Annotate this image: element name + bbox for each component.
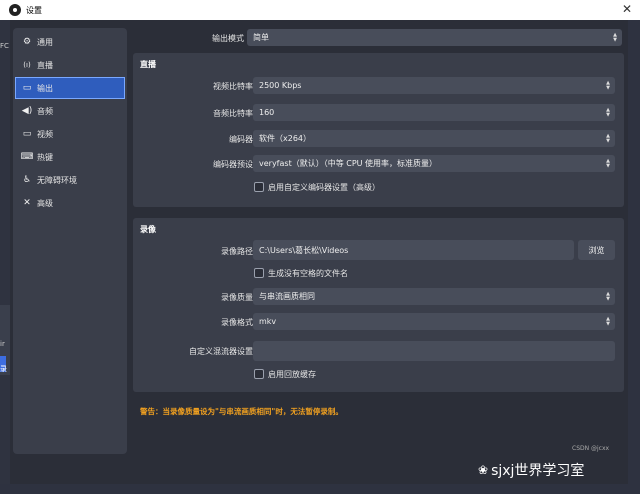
encoder-value: 软件（x264） (259, 134, 312, 143)
sidebar-item-label: 通用 (37, 37, 53, 47)
sidebar-item-video[interactable]: ▭ 视频 (16, 124, 124, 144)
sidebar-item-label: 高级 (37, 198, 53, 208)
recording-format-label: 录像格式 (221, 318, 253, 327)
output-mode-select[interactable]: 简单 ▲ ▼ (247, 29, 622, 46)
updown-arrows-icon: ▲ ▼ (613, 31, 617, 43)
encoder-preset-select[interactable]: veryfast（默认）（中等 CPU 使用率，标准质量） ▲ ▼ (253, 155, 615, 172)
watermark: ❀ sjxj世界学习室 (478, 460, 584, 480)
audio-bitrate-select[interactable]: 160 ▲ ▼ (253, 104, 615, 121)
section-title: 直播 (140, 60, 156, 69)
window-title: 设置 (26, 5, 42, 15)
monitor-icon: ▭ (22, 129, 32, 139)
recording-quality-value: 与串流画质相同 (259, 292, 315, 301)
recording-format-value: mkv (259, 317, 277, 326)
source-watermark: CSDN @jcxx (572, 445, 610, 452)
sidebar-item-audio[interactable]: ◀) 音频 (16, 101, 124, 121)
streaming-section: 直播 视频比特率 2500 Kbps ▲ ▼ 音频比特率 160 ▲ ▼ 编码器 软… (133, 53, 624, 207)
audio-bitrate-label: 音频比特率 (213, 109, 253, 118)
replay-buffer-label: 启用回放缓存 (268, 370, 316, 379)
sidebar-item-stream[interactable]: (ı) 直播 (16, 55, 124, 75)
watermark-text: sjxj世界学习室 (491, 463, 585, 479)
advanced-encoder-checkbox[interactable] (254, 182, 264, 192)
bg-text: FC (0, 42, 9, 50)
encoder-select[interactable]: 软件（x264） ▲ ▼ (253, 130, 615, 147)
sidebar-item-label: 直播 (37, 60, 53, 70)
sidebar-item-accessibility[interactable]: ♿ 无障碍环境 (16, 170, 124, 190)
taskbar-strip (0, 484, 640, 494)
output-icon: ▭ (22, 83, 32, 93)
recording-path-label: 录像路径 (221, 247, 253, 256)
updown-arrows-icon: ▲ ▼ (606, 132, 610, 144)
sidebar-item-label: 无障碍环境 (37, 175, 77, 185)
obs-logo-icon (9, 4, 21, 16)
replay-buffer-checkbox[interactable] (254, 369, 264, 379)
video-bitrate-label: 视频比特率 (213, 82, 253, 91)
recording-format-select[interactable]: mkv ▲ ▼ (253, 313, 615, 330)
sidebar-item-label: 视频 (37, 129, 53, 139)
sidebar-item-label: 热键 (37, 152, 53, 162)
warning-text: 警告：当录像质量设为"与串流画质相同"时，无法暂停录制。 (140, 407, 343, 416)
sidebar-item-label: 音频 (37, 106, 53, 116)
background-window: FC ir 录 (0, 20, 10, 494)
tools-icon: ✕ (23, 198, 31, 208)
sidebar-item-advanced[interactable]: ✕ 高级 (16, 193, 124, 213)
gear-icon: ⚙ (22, 37, 32, 47)
close-button[interactable]: ✕ (622, 2, 632, 16)
section-title: 录像 (140, 225, 156, 234)
recording-section: 录像 录像路径 C:\Users\葛长松\Videos 浏览 生成没有空格的文件… (133, 218, 624, 392)
background-window-edge (628, 20, 640, 494)
updown-arrows-icon: ▲ ▼ (606, 79, 610, 91)
sidebar-item-general[interactable]: ⚙ 通用 (16, 32, 124, 52)
output-mode-label: 输出模式 (212, 34, 244, 43)
bg-text: ir (0, 340, 5, 348)
advanced-encoder-label: 启用自定义编码器设置（高级） (268, 183, 380, 192)
recording-quality-label: 录像质量 (221, 293, 253, 302)
no-space-filename-checkbox[interactable] (254, 268, 264, 278)
antenna-icon: (ı) (23, 61, 31, 69)
bg-text: 录 (0, 365, 7, 373)
no-space-filename-label: 生成没有空格的文件名 (268, 269, 348, 278)
recording-path-input[interactable]: C:\Users\葛长松\Videos (253, 240, 574, 260)
sidebar-item-label: 输出 (37, 83, 53, 93)
updown-arrows-icon: ▲ ▼ (606, 157, 610, 169)
encoder-preset-value: veryfast（默认）（中等 CPU 使用率，标准质量） (259, 159, 438, 168)
encoder-label: 编码器 (229, 135, 253, 144)
recording-path-value: C:\Users\葛长松\Videos (259, 245, 349, 255)
speaker-icon: ◀) (21, 106, 33, 116)
keyboard-icon: ⌨ (20, 152, 34, 162)
muxer-settings-label: 自定义混流器设置 (189, 347, 253, 356)
browse-button[interactable]: 浏览 (578, 240, 615, 260)
sidebar-item-output[interactable]: ▭ 输出 (15, 77, 125, 99)
title-bar: 设置 ✕ (0, 0, 640, 20)
updown-arrows-icon: ▲ ▼ (606, 315, 610, 327)
audio-bitrate-value: 160 (259, 108, 275, 117)
muxer-settings-input[interactable] (253, 341, 615, 361)
sidebar-item-hotkeys[interactable]: ⌨ 热键 (16, 147, 124, 167)
encoder-preset-label: 编码器预设 (213, 160, 253, 169)
output-mode-value: 简单 (253, 33, 269, 42)
video-bitrate-value: 2500 Kbps (259, 81, 302, 90)
updown-arrows-icon: ▲ ▼ (606, 106, 610, 118)
settings-sidebar: ⚙ 通用 (ı) 直播 ▭ 输出 ◀) 音频 ▭ 视频 ⌨ 热键 ♿ 无障碍环境… (13, 28, 127, 454)
paw-icon: ❀ (478, 463, 489, 477)
accessibility-icon: ♿ (22, 175, 32, 185)
recording-quality-select[interactable]: 与串流画质相同 ▲ ▼ (253, 288, 615, 305)
video-bitrate-spinbox[interactable]: 2500 Kbps ▲ ▼ (253, 77, 615, 94)
updown-arrows-icon: ▲ ▼ (606, 290, 610, 302)
